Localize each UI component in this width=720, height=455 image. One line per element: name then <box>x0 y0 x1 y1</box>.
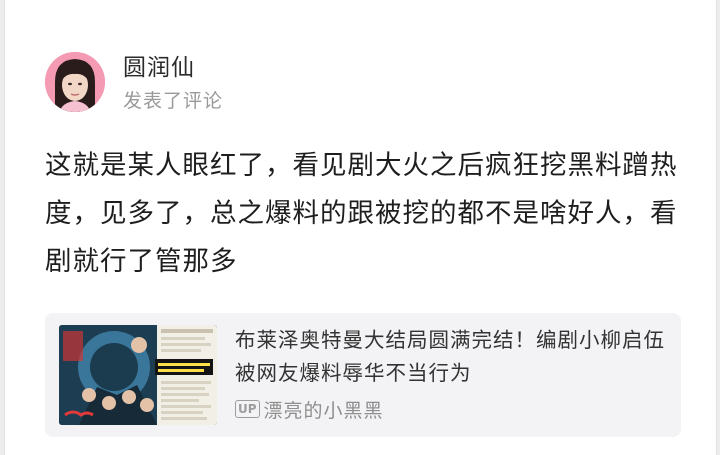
article-title[interactable]: 布莱泽奥特曼大结局圆满完结！编剧小柳启伍被网友爆料辱华不当行为 <box>235 324 675 390</box>
article-source[interactable]: UP 漂亮的小黑黑 <box>235 394 384 424</box>
shared-article-card[interactable]: 布莱泽奥特曼大结局圆满完结！编剧小柳启伍被网友爆料辱华不当行为 UP 漂亮的小黑… <box>45 313 681 437</box>
article-thumbnail <box>59 325 217 425</box>
avatar-image <box>45 52 105 112</box>
up-icon: UP <box>235 400 260 418</box>
comment-card: 圆润仙 发表了评论 这就是某人眼红了，看见剧大火之后疯狂挖黑料蹭热度，见多了，总… <box>4 0 717 455</box>
comment-text: 这就是某人眼红了，看见剧大火之后疯狂挖黑料蹭热度，见多了，总之爆料的跟被挖的都不… <box>45 150 678 277</box>
action-text: 发表了评论 <box>123 90 224 112</box>
author-name[interactable]: 漂亮的小黑黑 <box>264 396 384 423</box>
username[interactable]: 圆润仙 <box>123 53 195 83</box>
avatar[interactable] <box>45 52 105 112</box>
